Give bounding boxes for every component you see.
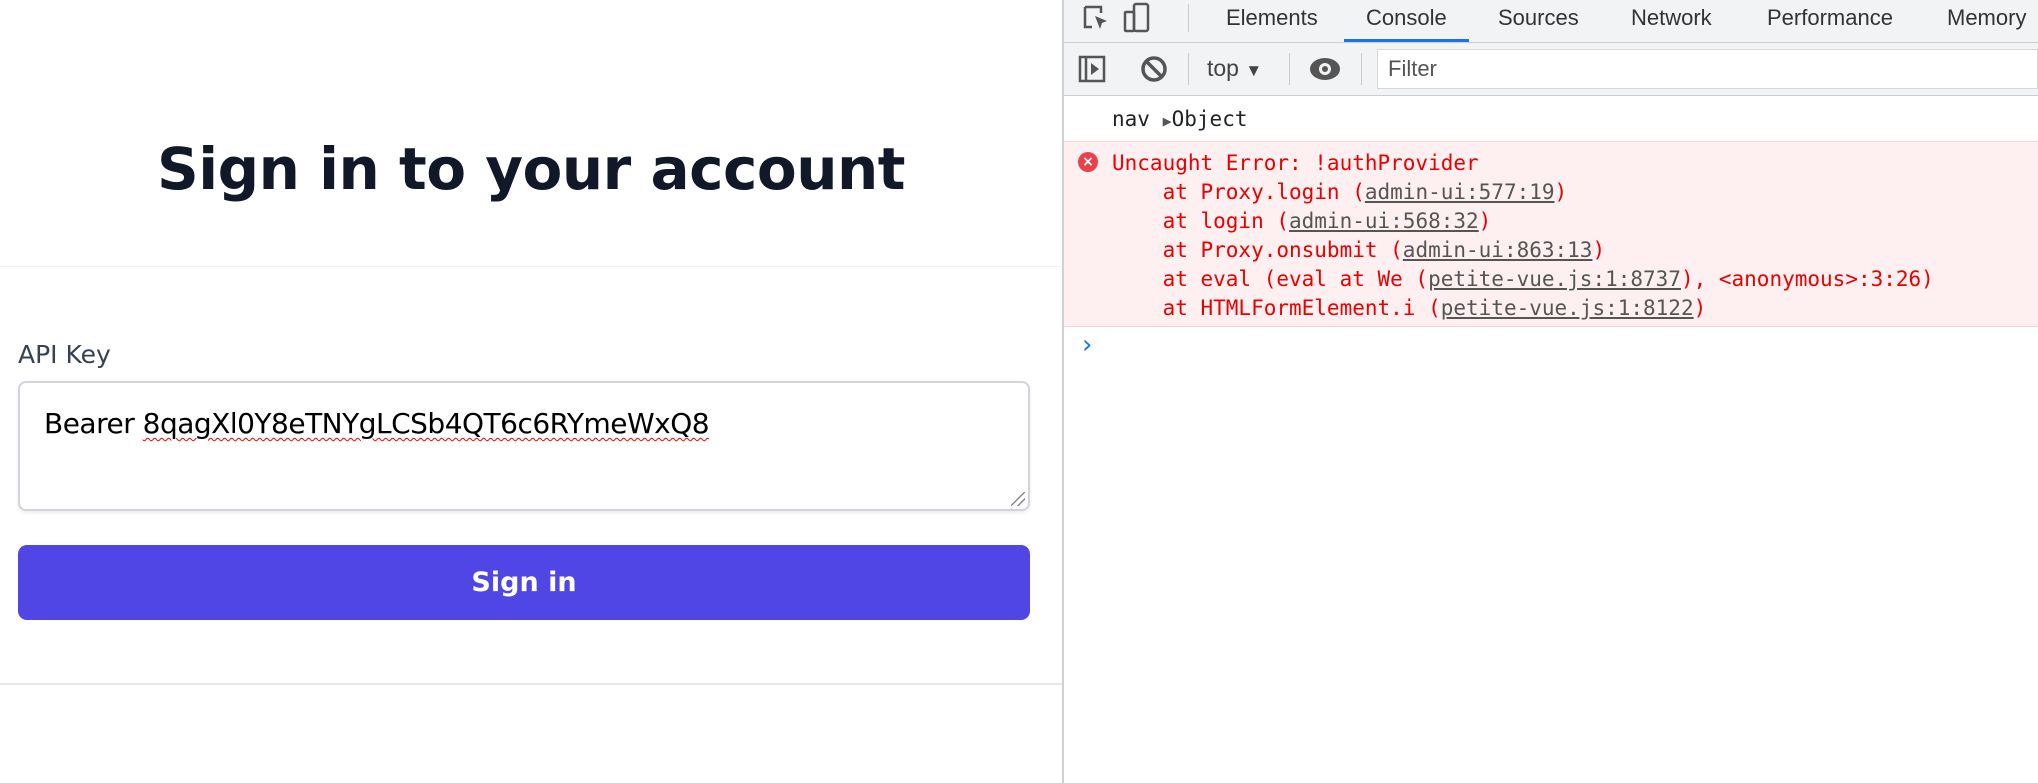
tab-console[interactable]: Console [1344,0,1469,42]
tab-sources[interactable]: Sources [1498,0,1579,42]
sign-in-button[interactable]: Sign in [18,545,1030,620]
stack-text: ) [1592,238,1606,262]
stack-text: ) [1478,209,1492,233]
header-divider [0,266,1062,267]
stack-frame: at Proxy.onsubmit (admin-ui:863:13) [1112,238,1606,262]
dropdown-arrow-icon: ▼ [1245,61,1263,80]
stack-text: ), <anonymous>:3:26) [1680,267,1934,291]
separator [1289,53,1290,85]
stack-frame: at login (admin-ui:568:32) [1112,209,1492,233]
stack-text: at login ( [1112,209,1290,233]
log-object[interactable]: Object [1172,107,1248,131]
api-key-label: API Key [18,340,111,369]
context-selector[interactable]: top ▼ [1207,51,1262,88]
card-divider [0,683,1062,685]
stack-text: ) [1554,180,1568,204]
inspect-element-icon[interactable] [1082,4,1110,34]
console-error-row: × Uncaught Error: !authProvider at Proxy… [1064,141,2038,327]
device-toolbar-icon[interactable] [1122,2,1152,34]
devtools-panel: Elements Console Sources Network Perform… [1064,0,2038,783]
error-message: Uncaught Error: !authProvider [1112,151,1479,175]
console-toolbar: top ▼ Filter [1064,43,2038,96]
source-link[interactable]: admin-ui:863:13 [1403,238,1593,262]
chevron-right-icon[interactable]: › [1082,330,1092,360]
log-label: nav [1112,107,1150,131]
sidebar-toggle-icon[interactable] [1078,55,1106,83]
expand-triangle-icon[interactable]: ▶ [1163,112,1172,130]
separator [1188,53,1189,85]
page-title: Sign in to your account [156,135,906,203]
devtools-tabbar: Elements Console Sources Network Perform… [1064,0,2038,43]
console-log-row: nav ▶Object [1112,107,1247,131]
stack-text: ) [1693,296,1707,320]
context-value: top [1207,55,1239,81]
source-link[interactable]: petite-vue.js:1:8737 [1428,267,1681,291]
source-link[interactable]: petite-vue.js:1:8122 [1441,296,1694,320]
resize-handle-icon[interactable] [1011,492,1025,506]
tab-elements[interactable]: Elements [1226,0,1318,42]
source-link[interactable]: admin-ui:568:32 [1289,209,1479,233]
login-page: Sign in to your account API Key Bearer 8… [0,0,1062,783]
tab-network[interactable]: Network [1631,0,1712,42]
stack-text: at Proxy.login ( [1112,180,1365,204]
api-key-token: 8qagXl0Y8eTNYgLCSb4QT6c6RYmeWxQ8 [142,407,710,440]
stack-text: at eval (eval at We ( [1112,267,1429,291]
stack-frame: at Proxy.login (admin-ui:577:19) [1112,180,1568,204]
live-expression-eye-icon[interactable] [1308,55,1342,83]
stack-frame: at eval (eval at We (petite-vue.js:1:873… [1112,267,1934,291]
stack-text: at HTMLFormElement.i ( [1112,296,1441,320]
stack-text: at Proxy.onsubmit ( [1112,238,1403,262]
source-link[interactable]: admin-ui:577:19 [1365,180,1555,204]
error-icon: × [1078,152,1098,172]
api-key-prefix: Bearer [44,407,143,440]
clear-console-icon[interactable] [1140,55,1168,83]
tab-memory[interactable]: Memory [1947,0,2026,42]
stack-frame: at HTMLFormElement.i (petite-vue.js:1:81… [1112,296,1707,320]
api-key-input[interactable]: Bearer 8qagXl0Y8eTNYgLCSb4QT6c6RYmeWxQ8 [18,381,1030,511]
separator [1361,53,1362,85]
api-key-value: Bearer 8qagXl0Y8eTNYgLCSb4QT6c6RYmeWxQ8 [44,407,710,440]
filter-input[interactable]: Filter [1377,49,2038,89]
separator [1188,4,1189,32]
tab-performance[interactable]: Performance [1767,0,1893,42]
